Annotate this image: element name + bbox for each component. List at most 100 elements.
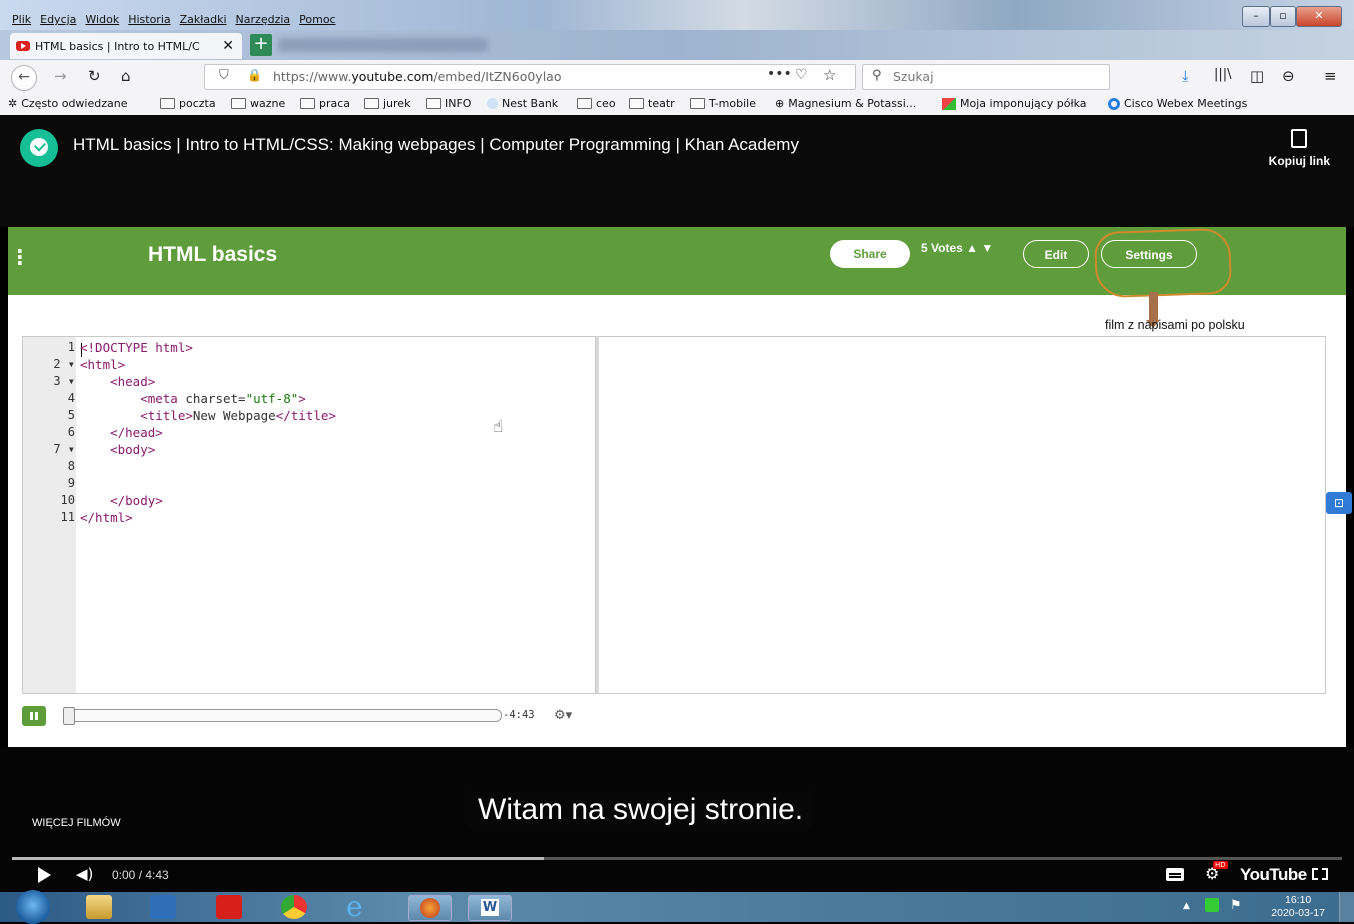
- menu-edit[interactable]: Edycja: [40, 13, 76, 26]
- bookmark-item[interactable]: Nest Bank: [487, 97, 558, 110]
- annotation-note: film z napisami po polsku: [1105, 318, 1245, 332]
- bookmark-item[interactable]: wazne: [231, 97, 285, 110]
- code-line-7: <body>: [80, 442, 156, 457]
- maximize-button[interactable]: ▫: [1270, 6, 1296, 27]
- bookmark-item[interactable]: poczta: [160, 97, 216, 110]
- tab-close-icon[interactable]: ✕: [222, 38, 234, 54]
- minimize-button[interactable]: –: [1242, 6, 1270, 27]
- line-number: 2 ▾: [53, 357, 75, 371]
- bookmark-item[interactable]: ⊕ Magnesium & Potassi...: [775, 97, 916, 110]
- menu-list: Plik Edycja Widok Historia Zakładki Narz…: [12, 13, 336, 26]
- scrubber-handle[interactable]: [63, 707, 75, 725]
- blurred-tab[interactable]: [278, 38, 488, 52]
- pause-button[interactable]: [22, 706, 46, 726]
- menu-bookmarks[interactable]: Zakładki: [180, 13, 227, 26]
- hamburger-menu-icon[interactable]: ≡: [1324, 67, 1337, 85]
- copy-link-label: Kopiuj link: [1268, 154, 1330, 168]
- folder-icon: [300, 98, 315, 109]
- show-desktop-button[interactable]: [1339, 892, 1354, 922]
- internet-explorer-icon[interactable]: e: [346, 893, 372, 921]
- network-tray-icon[interactable]: [1205, 898, 1219, 912]
- video-title[interactable]: HTML basics | Intro to HTML/CSS: Making …: [73, 135, 799, 155]
- tray-expand-icon[interactable]: ▲: [1183, 901, 1190, 911]
- bookmark-item[interactable]: T-mobile: [690, 97, 756, 110]
- cast-card-icon[interactable]: ⊡: [1326, 492, 1352, 514]
- start-button-icon[interactable]: [16, 890, 50, 924]
- search-input[interactable]: ⚲ Szukaj: [862, 64, 1110, 90]
- output-preview[interactable]: [596, 336, 1326, 694]
- home-icon[interactable]: ⌂: [121, 67, 131, 85]
- sidebar-icon[interactable]: ◫: [1250, 67, 1264, 85]
- globe-icon: ⊕: [775, 97, 785, 110]
- pocket-icon[interactable]: ♡: [795, 67, 808, 83]
- menu-tools[interactable]: Narzędzia: [236, 13, 291, 26]
- downloads-icon[interactable]: ⤓: [1182, 67, 1189, 85]
- folder-icon: [690, 98, 705, 109]
- firefox-taskbar-icon[interactable]: [408, 895, 452, 921]
- edit-button[interactable]: Edit: [1023, 240, 1089, 268]
- new-tab-button[interactable]: +: [250, 34, 272, 56]
- bookmark-item[interactable]: ceo: [577, 97, 616, 110]
- code-line-4: <meta charset="utf-8">: [80, 391, 306, 406]
- action-center-icon[interactable]: ⚑: [1230, 898, 1242, 913]
- shield-icon[interactable]: ⛉: [219, 68, 229, 83]
- bookmark-item[interactable]: jurek: [364, 97, 410, 110]
- video-progress-bar[interactable]: [12, 857, 1342, 860]
- account-icon[interactable]: ⊖: [1282, 67, 1295, 85]
- bookmark-star-icon[interactable]: ☆: [823, 66, 836, 84]
- gear-icon[interactable]: ⚙▾: [554, 708, 572, 723]
- tab-youtube[interactable]: HTML basics | Intro to HTML/C ✕: [10, 33, 242, 59]
- upvote-icon[interactable]: ▲: [966, 241, 978, 255]
- votes-counter[interactable]: 5 Votes ▲ ▼: [921, 241, 993, 255]
- bookmark-item[interactable]: Cisco Webex Meetings: [1108, 97, 1247, 110]
- share-button[interactable]: Share: [830, 240, 910, 268]
- video-frame[interactable]: · · · HTML basics Share 5 Votes ▲ ▼ Edit S…: [8, 227, 1352, 747]
- settings-hd-icon[interactable]: ⚙ HD: [1205, 861, 1228, 883]
- system-clock[interactable]: 16:10 2020-03-17: [1271, 894, 1325, 920]
- bookmark-item[interactable]: INFO: [426, 97, 471, 110]
- forward-icon[interactable]: →: [54, 67, 67, 85]
- fullscreen-icon[interactable]: [1312, 868, 1328, 880]
- menu-help[interactable]: Pomoc: [299, 13, 335, 26]
- line-number: 7 ▾: [53, 442, 75, 456]
- menu-view[interactable]: Widok: [85, 13, 119, 26]
- hand-cursor-icon: ☝: [493, 417, 504, 437]
- volume-icon[interactable]: ◀): [76, 865, 93, 883]
- word-taskbar-icon[interactable]: W: [468, 895, 512, 921]
- reload-icon[interactable]: ↻: [88, 67, 101, 85]
- subtitles-icon[interactable]: [1166, 868, 1184, 881]
- downvote-icon[interactable]: ▼: [981, 241, 993, 255]
- menu-history[interactable]: Historia: [128, 13, 170, 26]
- file-explorer-icon[interactable]: [86, 895, 112, 919]
- acrobat-icon[interactable]: [216, 895, 242, 919]
- code-line-6: </head>: [80, 425, 163, 440]
- lock-icon[interactable]: 🔒: [247, 68, 262, 82]
- line-number: 6: [67, 425, 75, 439]
- bookmark-item[interactable]: praca: [300, 97, 350, 110]
- vertical-dots-icon[interactable]: · · ·: [16, 241, 24, 273]
- close-window-button[interactable]: ✕: [1296, 6, 1342, 27]
- folder-icon: [426, 98, 441, 109]
- menu-file[interactable]: Plik: [12, 13, 31, 26]
- code-line-2: <html>: [80, 357, 126, 372]
- bookmark-item[interactable]: ✲ Często odwiedzane: [8, 97, 127, 110]
- bookmark-item[interactable]: teatr: [629, 97, 675, 110]
- khan-academy-logo-icon[interactable]: [20, 129, 58, 167]
- url-bar[interactable]: ⛉ 🔒 https://www.youtube.com/embed/ItZN6o…: [204, 64, 856, 90]
- youtube-logo[interactable]: YouTube: [1240, 865, 1307, 885]
- line-gutter: 1 2 ▾ 3 ▾ 4 5 6 7 ▾ 8 9 10 11: [23, 337, 76, 693]
- media-player-icon[interactable]: [150, 895, 176, 919]
- scrubber-track[interactable]: [63, 707, 502, 725]
- more-videos-link[interactable]: WIĘCEJ FILMÓW: [32, 817, 121, 829]
- play-icon[interactable]: [38, 867, 51, 883]
- bookmark-item[interactable]: Moja imponujący półka: [942, 97, 1087, 110]
- chrome-icon[interactable]: [281, 895, 307, 919]
- annotation-ring: [1093, 227, 1233, 299]
- line-number: 9: [67, 476, 75, 490]
- copy-link-button[interactable]: Kopiuj link: [1269, 129, 1330, 168]
- page-actions-icon[interactable]: •••: [767, 66, 792, 82]
- library-icon[interactable]: |||\: [1214, 67, 1232, 82]
- folder-icon: [629, 98, 644, 109]
- back-icon[interactable]: ←: [11, 65, 37, 91]
- code-editor[interactable]: 1 2 ▾ 3 ▾ 4 5 6 7 ▾ 8 9 10 11 <!DOCTYPE htm…: [22, 336, 596, 694]
